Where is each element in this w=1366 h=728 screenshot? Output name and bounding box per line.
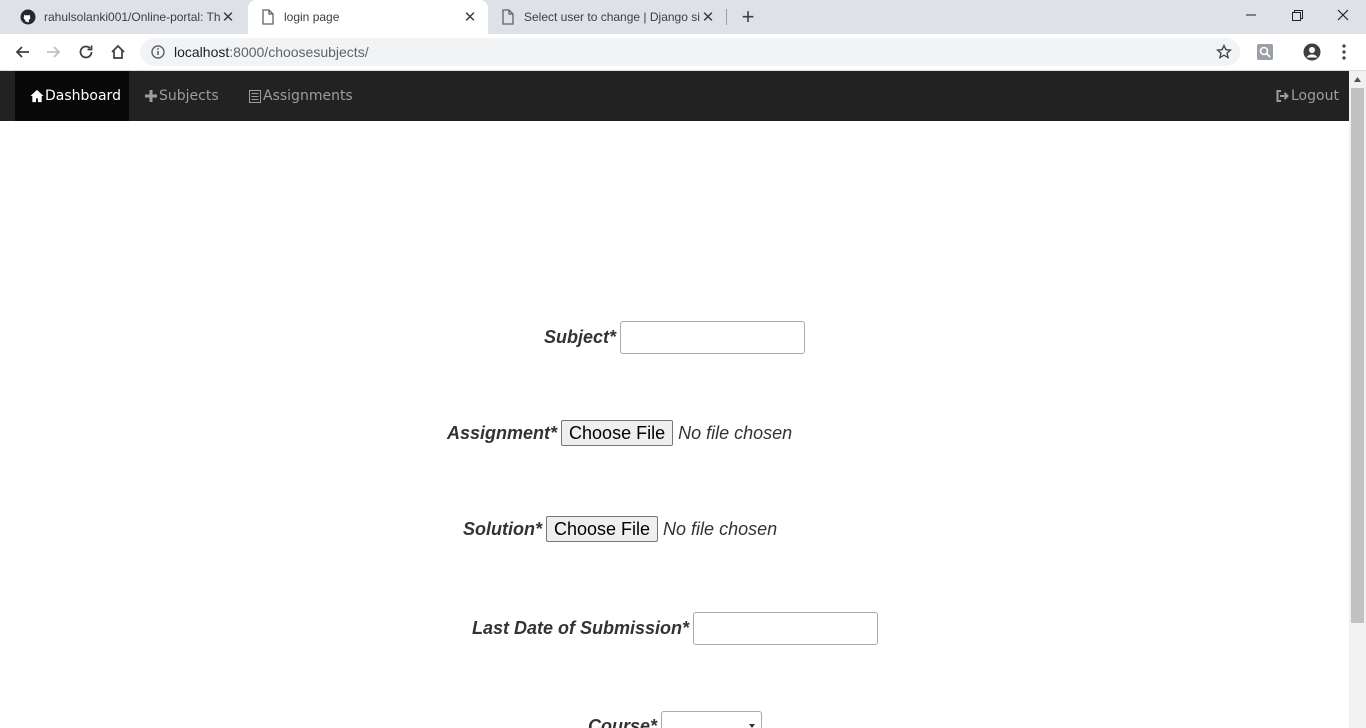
close-icon	[1337, 9, 1349, 21]
close-icon[interactable]: ✕	[220, 9, 236, 26]
kebab-menu-icon	[1342, 44, 1346, 60]
site-navbar: Dashboard Subjects Assignments Logout	[0, 71, 1349, 121]
back-button[interactable]	[8, 38, 36, 66]
home-button[interactable]	[104, 38, 132, 66]
assignment-row: Assignment* Choose File No file chosen	[447, 420, 792, 446]
menu-button[interactable]	[1330, 38, 1358, 66]
nav-subjects-label: Subjects	[159, 88, 219, 104]
last-date-input[interactable]	[693, 612, 879, 645]
subject-label: Subject*	[544, 327, 617, 347]
url-host: localhost	[174, 44, 230, 60]
page-viewport: Dashboard Subjects Assignments Logout Su…	[0, 71, 1366, 728]
restore-button[interactable]	[1274, 0, 1320, 30]
info-icon[interactable]	[150, 44, 166, 60]
course-label: Course*	[588, 715, 658, 728]
url-path: :8000/choosesubjects/	[229, 44, 369, 60]
profile-avatar-icon	[1303, 43, 1321, 61]
tab-title: Select user to change | Django sit	[524, 10, 700, 24]
subject-input[interactable]	[620, 321, 806, 354]
page-icon	[500, 9, 516, 25]
nav-logout[interactable]: Logout	[1276, 71, 1339, 121]
minimize-button[interactable]	[1228, 0, 1274, 30]
bookmark-star-icon[interactable]	[1216, 44, 1232, 60]
subject-row: Subject*	[544, 321, 806, 354]
page-icon	[260, 9, 276, 25]
forward-arrow-icon	[47, 46, 61, 58]
course-row: Course*	[588, 711, 763, 728]
last-date-label: Last Date of Submission*	[472, 618, 690, 638]
reload-button[interactable]	[72, 38, 100, 66]
nav-dashboard-label: Dashboard	[45, 88, 121, 104]
plus-icon	[144, 89, 158, 103]
solution-file-status: No file chosen	[663, 518, 778, 539]
tab-github[interactable]: rahulsolanki001/Online-portal: Th ✕	[8, 0, 246, 34]
url-text: localhost:8000/choosesubjects/	[174, 44, 369, 60]
home-icon	[111, 44, 125, 59]
reload-icon	[79, 45, 93, 59]
back-arrow-icon	[15, 46, 29, 58]
home-icon	[30, 89, 44, 103]
nav-assignments-label: Assignments	[263, 88, 353, 104]
minimize-icon	[1246, 14, 1256, 16]
solution-label: Solution*	[463, 518, 542, 539]
tab-title: rahulsolanki001/Online-portal: Th	[44, 10, 220, 24]
nav-dashboard[interactable]: Dashboard	[15, 71, 129, 121]
dropdown-arrow-icon	[749, 724, 756, 728]
scrollbar-thumb[interactable]	[1351, 88, 1364, 623]
window-close-button[interactable]	[1320, 0, 1366, 30]
nav-assignments[interactable]: Assignments	[248, 71, 353, 121]
logout-icon	[1276, 89, 1290, 103]
extension-search-icon	[1257, 44, 1273, 60]
close-icon[interactable]: ✕	[700, 9, 716, 26]
tab-title: login page	[284, 10, 340, 24]
profile-button[interactable]	[1298, 38, 1326, 66]
tab-django-admin[interactable]: Select user to change | Django sit ✕	[488, 0, 726, 34]
nav-logout-label: Logout	[1291, 88, 1339, 104]
github-icon	[20, 9, 36, 25]
browser-toolbar: localhost:8000/choosesubjects/	[0, 34, 1366, 71]
scroll-up-arrow-icon[interactable]	[1349, 71, 1366, 88]
solution-row: Solution* Choose File No file chosen	[463, 516, 777, 542]
assignment-file-button[interactable]: Choose File	[561, 420, 674, 446]
assignment-label: Assignment*	[447, 422, 558, 443]
address-bar[interactable]: localhost:8000/choosesubjects/	[140, 38, 1240, 66]
tab-login-page[interactable]: login page ✕	[248, 0, 488, 34]
tab-strip: rahulsolanki001/Online-portal: Th ✕ logi…	[0, 0, 1366, 34]
solution-file-button[interactable]: Choose File	[546, 516, 659, 542]
new-tab-button[interactable]: +	[736, 4, 760, 29]
extension-button[interactable]	[1251, 38, 1279, 66]
last-date-row: Last Date of Submission*	[472, 612, 879, 645]
list-alt-icon	[248, 89, 262, 103]
close-icon[interactable]: ✕	[462, 9, 478, 26]
restore-icon	[1291, 9, 1303, 21]
tab-separator	[726, 9, 727, 25]
nav-subjects[interactable]: Subjects	[144, 71, 219, 121]
vertical-scrollbar[interactable]	[1349, 71, 1366, 728]
assignment-file-status: No file chosen	[678, 422, 793, 443]
course-select[interactable]	[661, 711, 763, 728]
forward-button[interactable]	[40, 38, 68, 66]
